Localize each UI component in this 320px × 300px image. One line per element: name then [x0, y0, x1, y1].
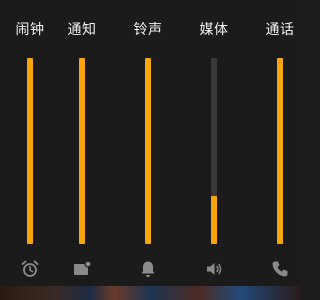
- stream-alarm: 闹钟: [0, 0, 60, 292]
- alarm-volume-slider[interactable]: [27, 58, 33, 244]
- call-label: 通话: [265, 22, 295, 38]
- volume-panel: 闹钟 通知 铃声 媒体 通话: [0, 0, 300, 300]
- notification-icon[interactable]: [72, 259, 92, 279]
- volume-panel-body: 闹钟 通知 铃声 媒体 通话: [0, 0, 300, 292]
- notification-volume-fill: [79, 58, 85, 244]
- call-volume-fill: [277, 58, 283, 244]
- phone-icon[interactable]: [270, 259, 290, 279]
- stream-ringtone: 铃声: [118, 0, 178, 292]
- stream-call: 通话: [250, 0, 300, 292]
- wallpaper-strip: [0, 286, 300, 300]
- alarm-volume-fill: [27, 58, 33, 244]
- notification-label: 通知: [67, 22, 97, 38]
- stream-media: 媒体: [184, 0, 244, 292]
- notification-volume-slider[interactable]: [79, 58, 85, 244]
- ringtone-volume-slider[interactable]: [145, 58, 151, 244]
- media-volume-slider[interactable]: [211, 58, 217, 244]
- speaker-icon[interactable]: [204, 259, 224, 279]
- alarm-label: 闹钟: [15, 22, 45, 38]
- media-volume-fill: [211, 195, 217, 244]
- bell-icon[interactable]: [138, 259, 158, 279]
- media-label: 媒体: [199, 22, 229, 38]
- alarm-clock-icon[interactable]: [20, 259, 40, 279]
- call-volume-slider[interactable]: [277, 58, 283, 244]
- ringtone-label: 铃声: [133, 22, 163, 38]
- ringtone-volume-fill: [145, 58, 151, 244]
- stream-notification: 通知: [52, 0, 112, 292]
